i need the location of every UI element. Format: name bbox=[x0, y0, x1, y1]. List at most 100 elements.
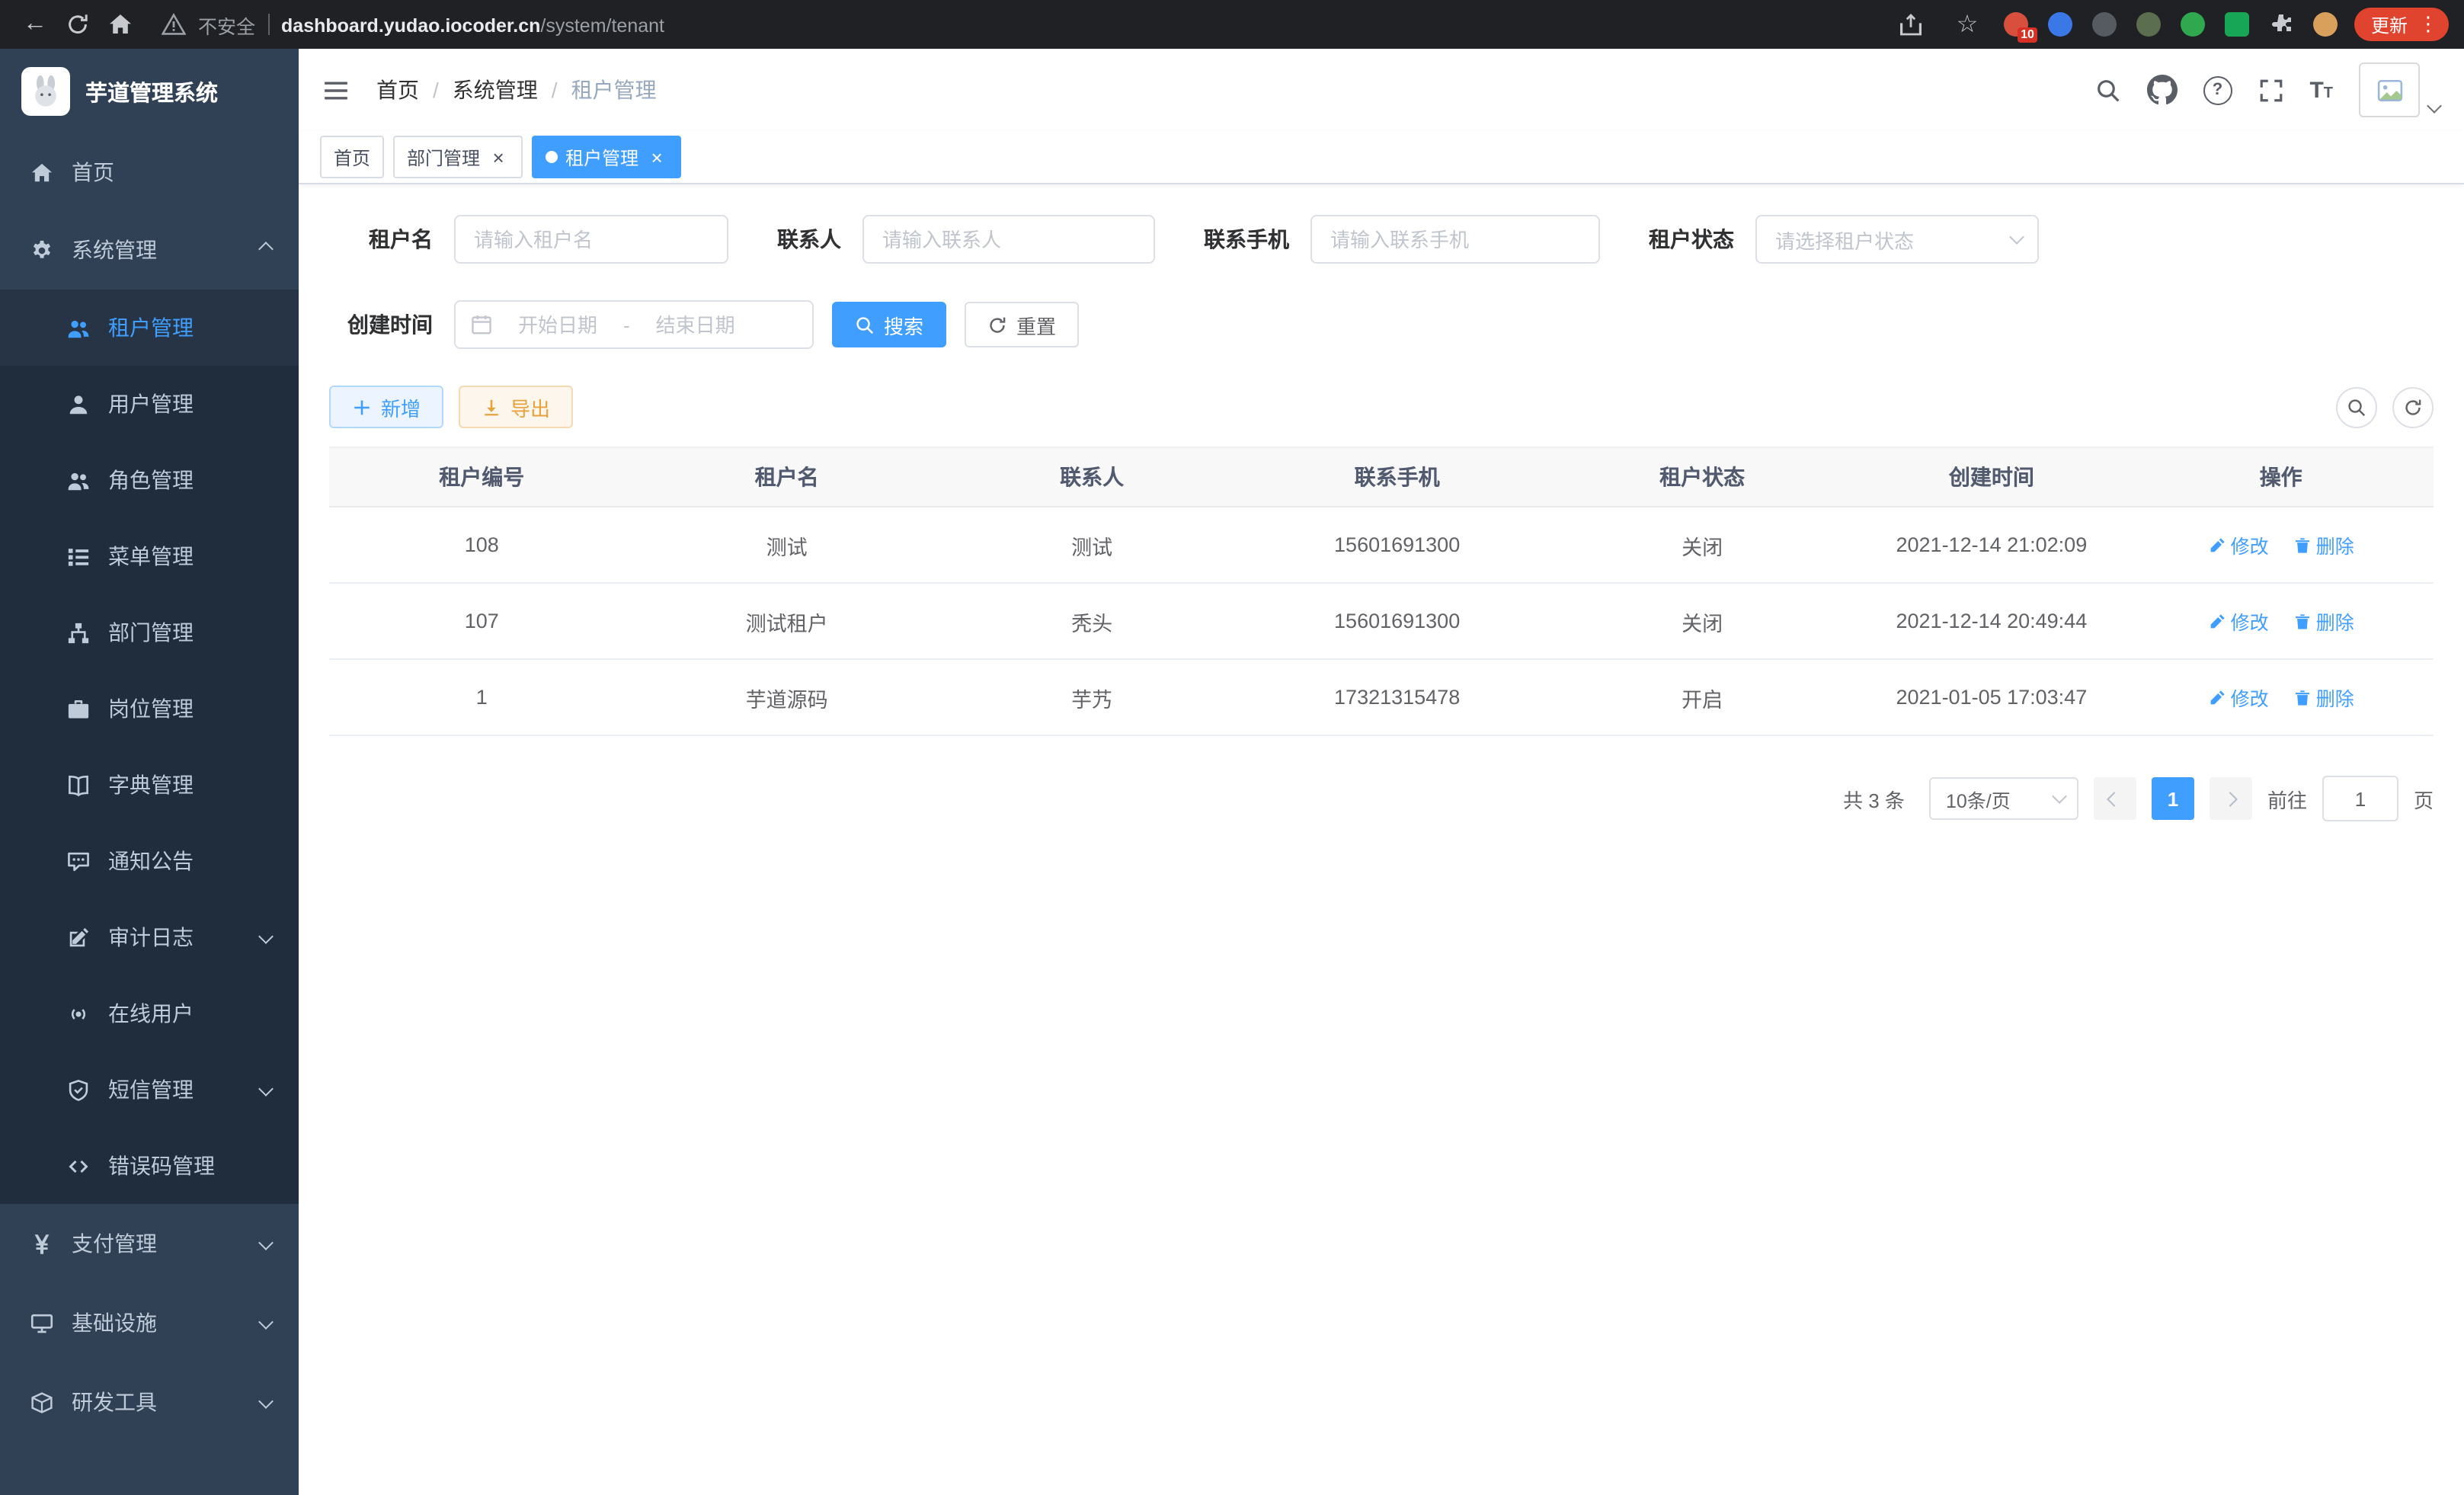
update-button[interactable]: 更新⋮ bbox=[2354, 8, 2449, 41]
sidebar-item-home[interactable]: 首页 bbox=[0, 134, 299, 210]
total-count: 共 3 条 bbox=[1843, 784, 1905, 813]
active-dot bbox=[546, 151, 558, 163]
ext-olive-icon[interactable] bbox=[2136, 12, 2161, 37]
reset-button[interactable]: 重置 bbox=[965, 302, 1079, 347]
tenant-table: 租户编号租户名联系人联系手机租户状态创建时间操作 108测试测试15601691… bbox=[329, 447, 2434, 736]
delete-button[interactable]: 删除 bbox=[2293, 530, 2354, 559]
sidebar-item-error-code[interactable]: 错误码管理 bbox=[0, 1128, 299, 1204]
edit-button[interactable]: 修改 bbox=[2208, 530, 2269, 559]
ext-red-icon[interactable]: 10 bbox=[2004, 12, 2028, 37]
cell-status: 关闭 bbox=[1550, 583, 1854, 659]
users-icon bbox=[67, 316, 90, 339]
create-time-range-picker[interactable]: - bbox=[454, 300, 814, 349]
breadcrumb-home[interactable]: 首页 bbox=[376, 75, 419, 105]
start-date-input[interactable] bbox=[498, 312, 617, 338]
reload-button[interactable] bbox=[58, 5, 98, 44]
sidebar-item-sms[interactable]: 短信管理 bbox=[0, 1052, 299, 1128]
sidebar-item-system[interactable]: 系统管理 bbox=[0, 210, 299, 290]
page-1-button[interactable]: 1 bbox=[2152, 777, 2194, 820]
sidebar-item-label: 在线用户 bbox=[108, 998, 194, 1029]
edit-icon bbox=[67, 926, 90, 949]
prev-page-button[interactable] bbox=[2094, 777, 2136, 820]
profile-avatar-icon[interactable] bbox=[2313, 12, 2338, 37]
sidebar-item-label: 系统管理 bbox=[72, 235, 157, 265]
tags-bar: 首页部门管理×租户管理× bbox=[299, 131, 2464, 184]
end-date-input[interactable] bbox=[636, 312, 755, 338]
fullscreen-icon bbox=[2258, 77, 2283, 103]
logo-link[interactable]: 芋道管理系统 bbox=[0, 49, 299, 134]
github-button[interactable] bbox=[2146, 75, 2177, 105]
extension-badge: 10 bbox=[2018, 27, 2037, 43]
phone-input[interactable] bbox=[1310, 215, 1600, 264]
sidebar-item-label: 部门管理 bbox=[108, 617, 194, 648]
cell-actions: 修改删除 bbox=[2128, 507, 2434, 583]
share-button[interactable] bbox=[1891, 5, 1931, 44]
column-header: 创建时间 bbox=[1854, 447, 2128, 507]
sidebar-item-dict[interactable]: 字典管理 bbox=[0, 747, 299, 823]
close-icon[interactable]: × bbox=[646, 146, 667, 168]
status-field: 租户状态 请选择租户状态 bbox=[1649, 215, 2039, 264]
chevron-down-icon bbox=[2009, 229, 2024, 245]
cell-created: 2021-12-14 20:49:44 bbox=[1854, 583, 2128, 659]
menu-dots-icon[interactable]: ⋮ bbox=[2418, 12, 2438, 37]
sidebar-item-notice[interactable]: 通知公告 bbox=[0, 823, 299, 899]
tag-label: 部门管理 bbox=[407, 144, 480, 170]
edit-button[interactable]: 修改 bbox=[2208, 607, 2269, 635]
page-size-select[interactable]: 10条/页 bbox=[1929, 777, 2078, 820]
tag-tenant[interactable]: 租户管理× bbox=[532, 136, 681, 178]
tenant-name-input[interactable] bbox=[454, 215, 728, 264]
sidebar-item-dept[interactable]: 部门管理 bbox=[0, 594, 299, 671]
edit-button[interactable]: 修改 bbox=[2208, 683, 2269, 712]
search-submit-button[interactable]: 搜索 bbox=[832, 302, 946, 347]
tenant-status-select[interactable]: 请选择租户状态 bbox=[1755, 215, 2039, 264]
user-avatar[interactable] bbox=[2359, 62, 2440, 117]
refresh-table-button[interactable] bbox=[2392, 386, 2434, 427]
font-size-button[interactable]: TT bbox=[2309, 78, 2333, 101]
chevron-down-icon bbox=[258, 929, 274, 944]
sidebar-item-tenant[interactable]: 租户管理 bbox=[0, 290, 299, 366]
tenant-name-field: 租户名 bbox=[329, 215, 728, 264]
chevron-right-icon bbox=[2223, 791, 2238, 806]
tag-dept[interactable]: 部门管理 × bbox=[393, 136, 523, 178]
delete-button[interactable]: 删除 bbox=[2293, 683, 2354, 712]
docs-button[interactable]: ? bbox=[2203, 75, 2232, 104]
add-button[interactable]: 新增 bbox=[329, 386, 443, 428]
back-button[interactable]: ← bbox=[15, 5, 55, 44]
sidebar-item-audit-log[interactable]: 审计日志 bbox=[0, 899, 299, 975]
delete-icon bbox=[2293, 536, 2312, 554]
sidebar-item-post[interactable]: 岗位管理 bbox=[0, 671, 299, 747]
ext-green-square-icon[interactable] bbox=[2225, 12, 2249, 37]
sidebar-item-pay[interactable]: 支付管理 bbox=[0, 1204, 299, 1283]
search-button-label: 搜索 bbox=[884, 310, 923, 339]
ext-dark-icon[interactable] bbox=[2092, 12, 2117, 37]
bookmark-button[interactable]: ☆ bbox=[1947, 5, 1987, 44]
table-row: 1芋道源码芋艿17321315478开启2021-01-05 17:03:47修… bbox=[329, 659, 2434, 735]
close-icon[interactable]: × bbox=[488, 146, 509, 168]
sidebar-item-dev-tool[interactable]: 研发工具 bbox=[0, 1362, 299, 1442]
sidebar-item-infra[interactable]: 基础设施 bbox=[0, 1283, 299, 1362]
sidebar-item-user[interactable]: 用户管理 bbox=[0, 366, 299, 442]
tag-home[interactable]: 首页 bbox=[320, 136, 384, 178]
sidebar-toggle-button[interactable] bbox=[323, 77, 349, 103]
goto-page-input[interactable] bbox=[2322, 776, 2398, 821]
next-page-button[interactable] bbox=[2210, 777, 2252, 820]
create-time-field: 创建时间 - bbox=[329, 300, 814, 349]
ext-blue-icon[interactable] bbox=[2048, 12, 2072, 37]
header-search-button[interactable] bbox=[2094, 77, 2120, 103]
sidebar-item-role[interactable]: 角色管理 bbox=[0, 442, 299, 518]
sidebar-item-online-user[interactable]: 在线用户 bbox=[0, 975, 299, 1052]
toggle-search-button[interactable] bbox=[2336, 386, 2377, 427]
sidebar-item-menu[interactable]: 菜单管理 bbox=[0, 518, 299, 594]
fullscreen-button[interactable] bbox=[2258, 77, 2283, 103]
home-icon bbox=[108, 12, 133, 37]
address-bar[interactable]: 不安全 dashboard.yudao.iocoder.cn/system/te… bbox=[162, 10, 664, 39]
home-button[interactable] bbox=[101, 5, 140, 44]
extensions-puzzle-icon[interactable] bbox=[2269, 12, 2293, 37]
contact-input[interactable] bbox=[862, 215, 1155, 264]
table-body: 108测试测试15601691300关闭2021-12-14 21:02:09修… bbox=[329, 507, 2434, 735]
breadcrumb-system[interactable]: 系统管理 bbox=[453, 75, 538, 105]
export-button[interactable]: 导出 bbox=[459, 386, 573, 428]
edit-icon bbox=[2208, 612, 2226, 630]
ext-green-check-icon[interactable] bbox=[2181, 12, 2205, 37]
delete-button[interactable]: 删除 bbox=[2293, 607, 2354, 635]
